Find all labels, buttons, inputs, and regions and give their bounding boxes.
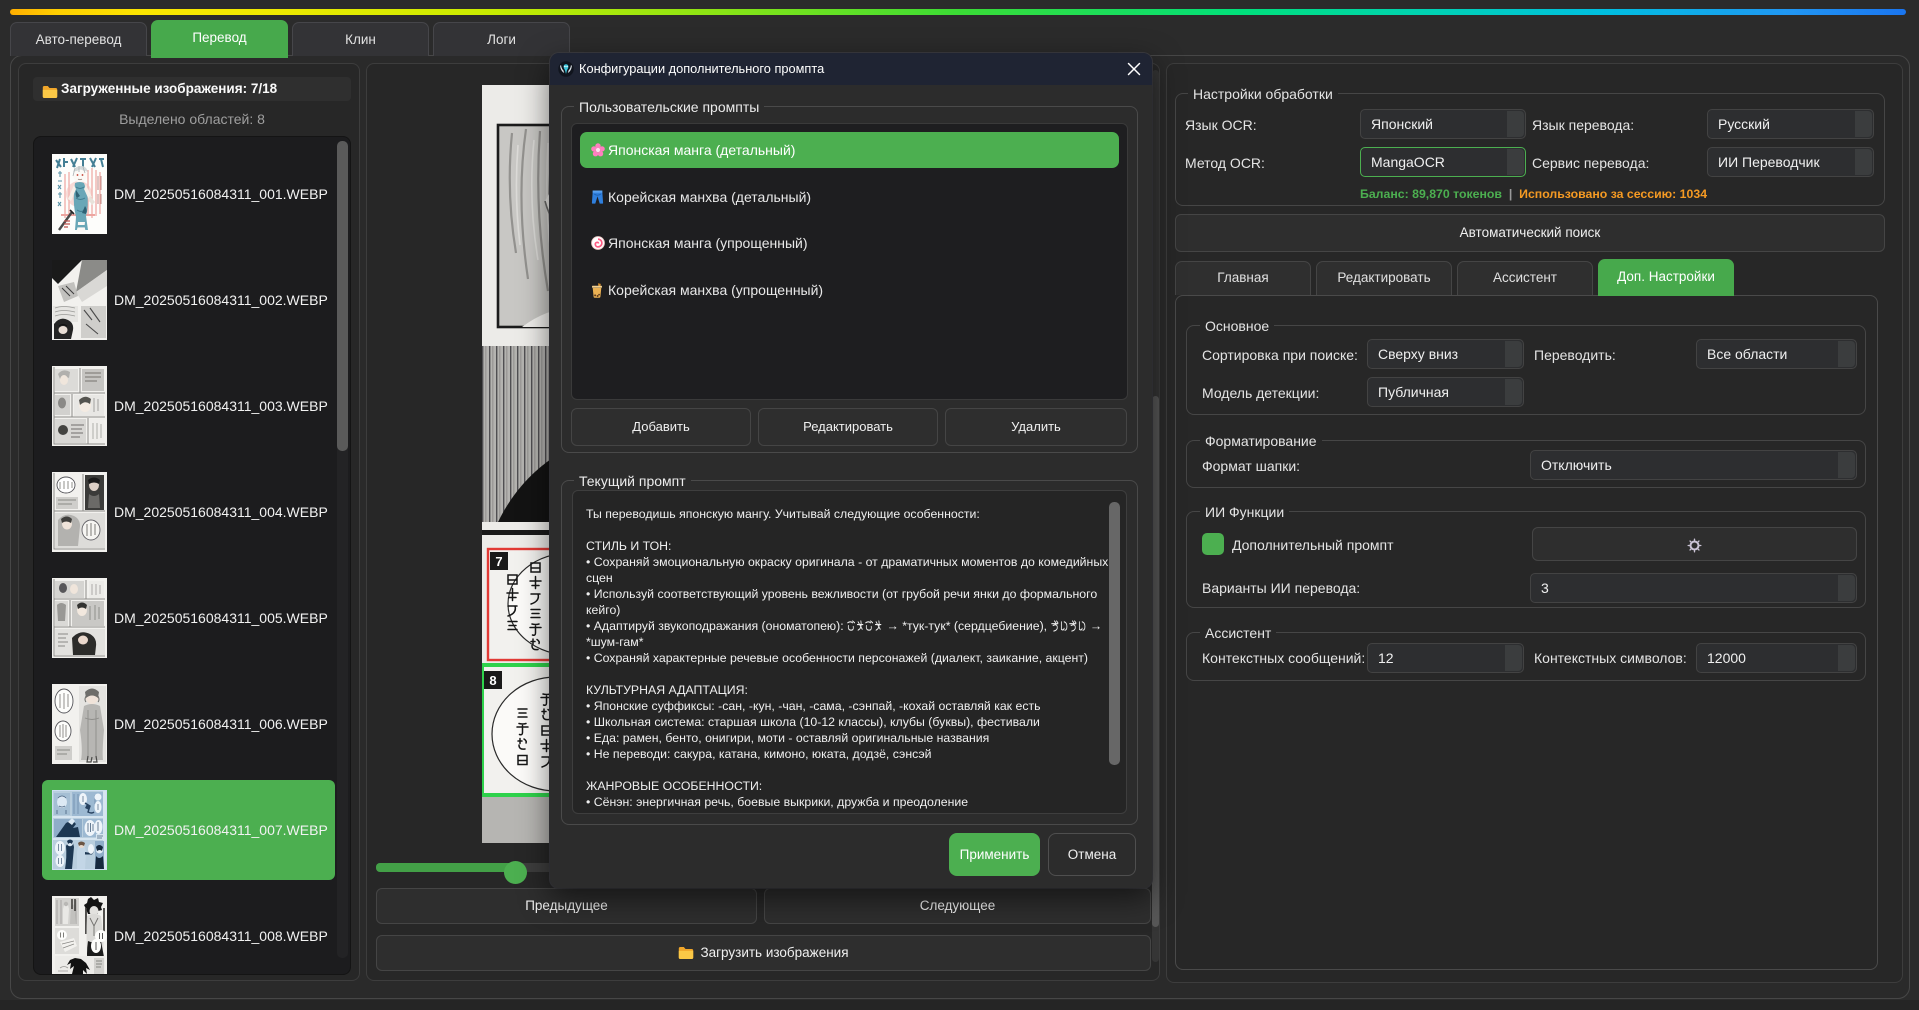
svg-text:8: 8 — [489, 673, 496, 688]
svg-text:7: 7 — [495, 554, 502, 569]
